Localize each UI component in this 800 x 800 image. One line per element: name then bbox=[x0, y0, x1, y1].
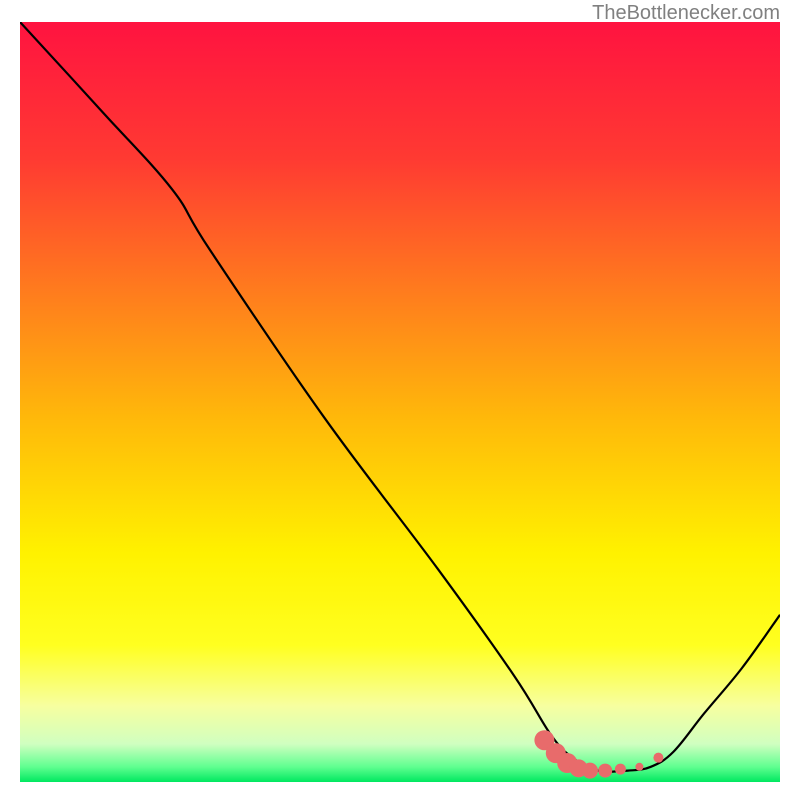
curve-marker bbox=[635, 763, 643, 771]
curve-marker bbox=[582, 763, 598, 779]
chart-background bbox=[20, 22, 780, 782]
curve-marker bbox=[653, 753, 663, 763]
chart-svg bbox=[20, 22, 780, 782]
chart-area bbox=[20, 22, 780, 782]
watermark-text: TheBottlenecker.com bbox=[592, 2, 780, 25]
curve-marker bbox=[615, 764, 626, 775]
curve-marker bbox=[598, 764, 612, 778]
